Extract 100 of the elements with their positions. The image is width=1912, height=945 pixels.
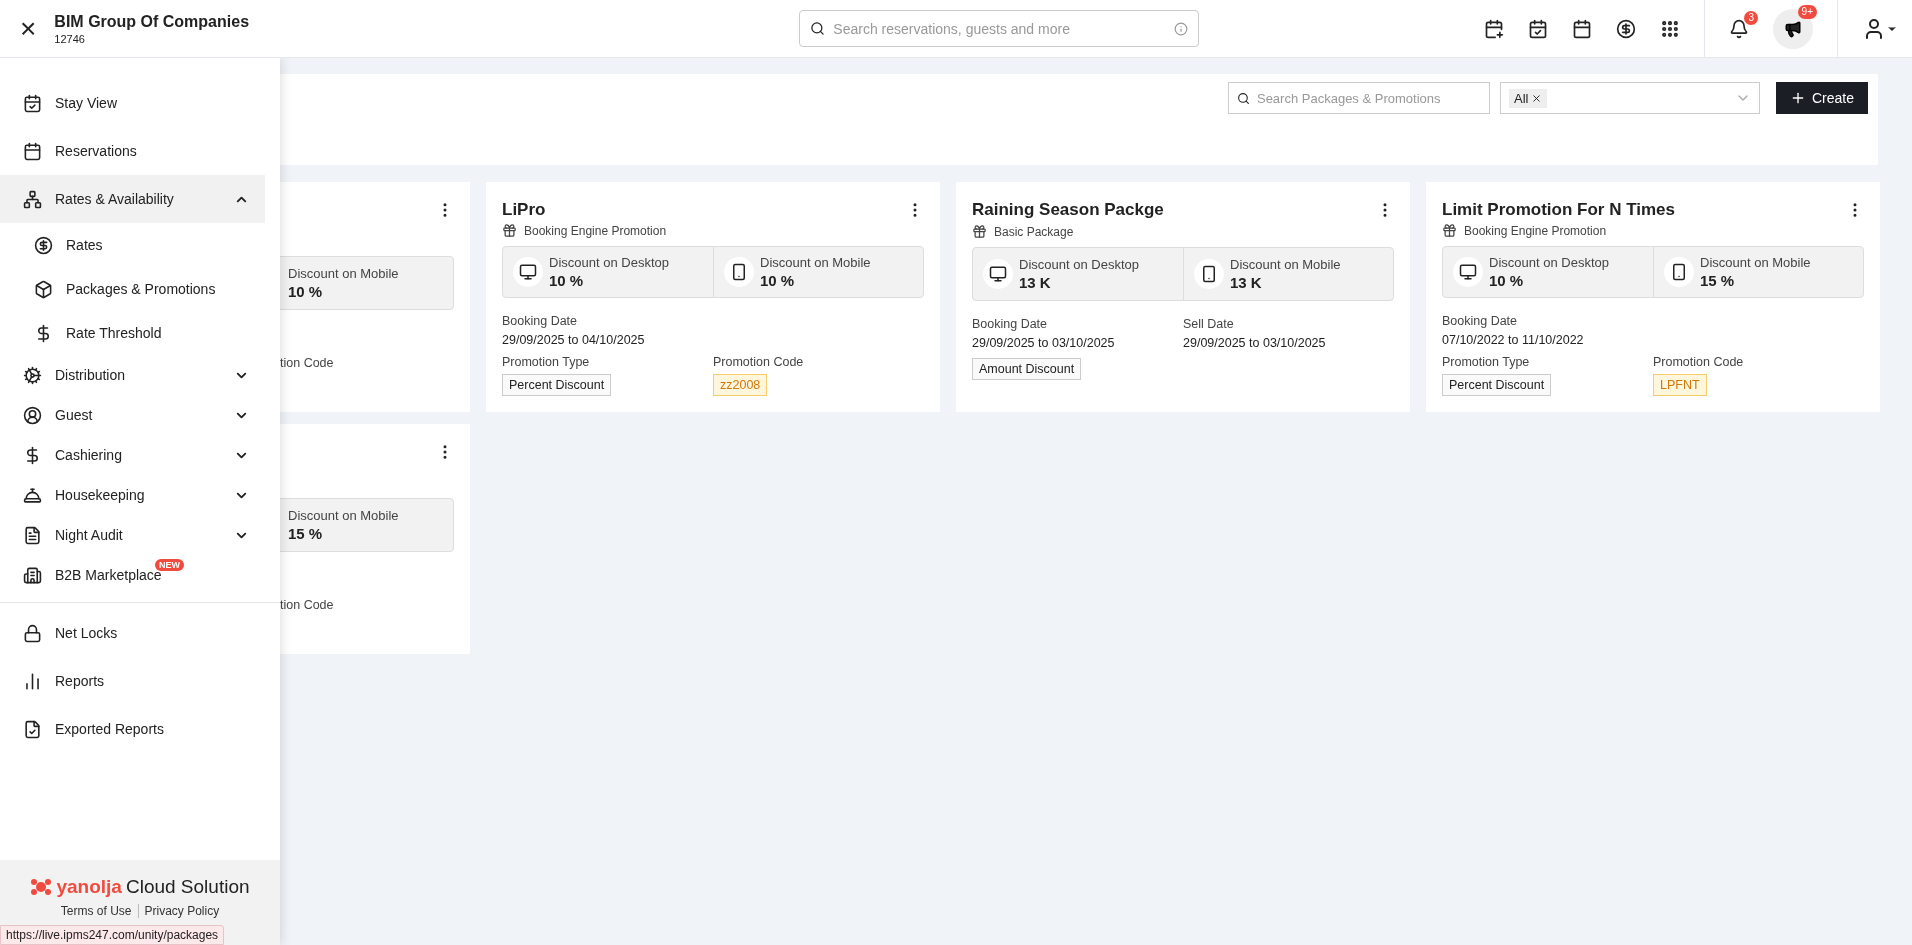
monitor-icon	[1453, 257, 1483, 287]
dollar-circle-icon[interactable]	[1616, 18, 1636, 39]
info-icon[interactable]	[1174, 21, 1189, 36]
monitor-icon	[983, 259, 1013, 289]
nav-item[interactable]: Reservations	[0, 127, 265, 175]
search-input[interactable]: Search reservations, guests and more	[831, 19, 1169, 38]
discount-label: Discount on Desktop	[549, 255, 669, 270]
phone-icon	[724, 257, 754, 287]
field-value: 29/09/2025 to 03/10/2025	[1183, 336, 1326, 350]
field-label: Booking Date	[1442, 314, 1518, 328]
discount-value: 10 %	[549, 272, 585, 289]
discount-value: 10 %	[1489, 272, 1525, 289]
footer-link[interactable]: Terms of Use	[60, 904, 132, 918]
nav-item[interactable]: Cashiering	[0, 435, 265, 475]
close-button[interactable]: ×	[20, 12, 37, 45]
remove-icon[interactable]	[1531, 92, 1543, 104]
brand-logo-text: yanolja	[56, 876, 122, 898]
box-icon	[34, 279, 53, 299]
discount-label: Discount on Mobile	[1700, 255, 1811, 270]
dollar-circle-icon	[34, 235, 53, 255]
field-label: Promotion Type	[1442, 355, 1530, 369]
lock-icon	[23, 623, 42, 643]
card-title: Limit Promotion For N Times	[1442, 199, 1675, 220]
filter-tag[interactable]: All	[1508, 88, 1548, 108]
filter-select[interactable]: All	[1499, 82, 1760, 114]
create-button[interactable]: Create	[1775, 82, 1868, 114]
gift-icon	[502, 223, 517, 239]
card-title: LiPro	[502, 199, 546, 220]
package-search-field[interactable]: Search Packages & Promotions	[1227, 82, 1490, 114]
document-icon	[23, 525, 42, 545]
field-label: Sell Date	[1183, 317, 1234, 331]
nav-item[interactable]: Stay View	[0, 79, 265, 127]
discount-value: 13 K	[1230, 274, 1263, 291]
gift-icon	[972, 224, 987, 239]
search-icon	[1236, 91, 1250, 105]
footer-link[interactable]: Privacy Policy	[144, 904, 220, 918]
nav-subitem[interactable]: Packages & Promotions	[0, 267, 265, 311]
calendar-check-icon	[23, 93, 42, 113]
discount-value: 10 %	[288, 283, 324, 300]
package-search-input[interactable]: Search Packages & Promotions	[1254, 89, 1481, 107]
new-badge: NEW	[155, 559, 184, 571]
discount-value: 13 K	[1019, 274, 1052, 291]
nav-item[interactable]: Distribution	[0, 355, 265, 395]
nav-item[interactable]: Housekeeping	[0, 475, 265, 515]
promotion-type-tag: Percent Discount	[502, 374, 612, 396]
nav-item[interactable]: Guest	[0, 395, 265, 435]
discount-value: 15 %	[1700, 272, 1736, 289]
nav-item[interactable]: Night Audit	[0, 515, 265, 555]
field-label: Promotion Code	[1653, 355, 1744, 369]
logo-tagline: Cloud Solution	[125, 876, 250, 898]
discount-label: Discount on Mobile	[288, 266, 399, 281]
nav-subitem[interactable]: Rates	[0, 223, 265, 267]
apps-grid-icon[interactable]	[1660, 18, 1680, 39]
nav-subitem[interactable]: Rate Threshold	[0, 311, 265, 355]
field-label: tion Code	[279, 598, 335, 612]
calendar-plus-icon[interactable]	[1484, 18, 1504, 39]
field-label: Booking Date	[502, 314, 578, 328]
search-icon	[810, 21, 826, 36]
field-label: Promotion Code	[713, 355, 804, 369]
calendar-icon	[23, 141, 42, 161]
search-field[interactable]: Search reservations, guests and more	[799, 10, 1200, 47]
discount-value: 15 %	[288, 525, 324, 542]
nav-item[interactable]: Rates & Availability	[0, 175, 265, 223]
field-value: 07/10/2022 to 11/10/2022	[1442, 333, 1584, 347]
package-type: Booking Engine Promotion	[1464, 223, 1607, 238]
user-circle-icon	[23, 405, 42, 425]
nav-item[interactable]: Reports	[0, 657, 265, 705]
logo-mark-icon	[30, 877, 53, 897]
nav-item[interactable]: Net Locks	[0, 609, 265, 657]
status-url-tooltip: https://live.ipms247.com/unity/packages	[0, 925, 225, 945]
calendar-check-icon[interactable]	[1528, 18, 1548, 39]
announcement-badge: 9+	[1797, 4, 1817, 19]
discount-label: Discount on Mobile	[288, 508, 399, 523]
gear-icon	[23, 365, 42, 385]
file-check-icon	[23, 719, 42, 739]
field-label: tion Code	[279, 356, 335, 370]
building-icon	[23, 565, 42, 585]
megaphone-icon	[1784, 19, 1802, 38]
nav-item[interactable]: B2B Marketplace NEW	[0, 555, 265, 595]
nav-item[interactable]: Exported Reports	[0, 705, 265, 753]
phone-icon	[1664, 257, 1694, 287]
property-code: 12746	[54, 32, 86, 45]
network-icon	[23, 189, 42, 209]
package-type: Basic Package	[994, 224, 1074, 239]
phone-icon	[1194, 259, 1224, 289]
discount-value: 10 %	[760, 272, 796, 289]
promotion-type-tag: Amount Discount	[972, 358, 1082, 380]
package-type: Booking Engine Promotion	[524, 223, 667, 238]
field-label: Promotion Type	[502, 355, 590, 369]
company-name: BIM Group Of Companies	[54, 12, 251, 31]
bell-icon	[23, 485, 42, 505]
bell-icon[interactable]	[1729, 18, 1749, 39]
field-value: 29/09/2025 to 03/10/2025	[972, 336, 1115, 350]
promotion-code-tag: LPFNT	[1653, 374, 1707, 396]
monitor-icon	[513, 257, 543, 287]
field-value: 29/09/2025 to 04/10/2025	[502, 333, 645, 347]
discount-label: Discount on Desktop	[1489, 255, 1609, 270]
calendar-icon[interactable]	[1572, 18, 1592, 39]
gift-icon	[1442, 223, 1457, 239]
field-label: Booking Date	[972, 317, 1048, 331]
